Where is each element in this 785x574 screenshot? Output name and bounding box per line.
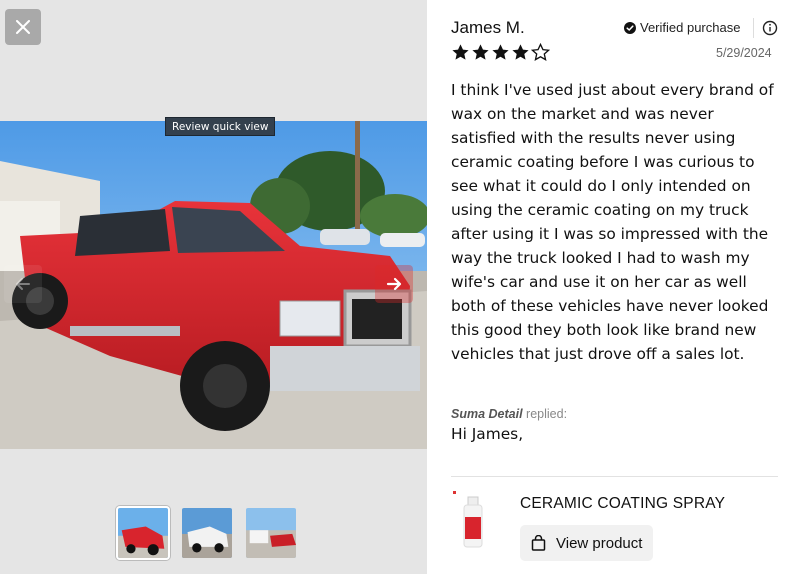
review-photo — [0, 121, 427, 449]
media-viewer: Review quick view — [0, 0, 427, 574]
review-details: James M. Verified purchase 5/29/2024 I t… — [427, 0, 785, 574]
product-image[interactable] — [453, 491, 493, 551]
replied-label: replied: — [526, 407, 568, 421]
arrow-right-icon — [386, 277, 402, 291]
thumbnail-3[interactable] — [244, 506, 298, 560]
reply-header: Suma Detail replied: — [451, 407, 567, 421]
thumbnail-1[interactable] — [116, 506, 170, 560]
info-icon[interactable] — [762, 20, 778, 36]
section-divider — [451, 476, 778, 477]
shopping-bag-icon — [531, 535, 546, 551]
review-date: 5/29/2024 — [716, 46, 772, 60]
verified-purchase-badge: Verified purchase — [624, 20, 740, 35]
reply-brand: Suma Detail — [451, 407, 523, 421]
verified-label: Verified purchase — [640, 20, 741, 35]
star-filled-icon — [452, 44, 469, 60]
star-filled-icon — [472, 44, 489, 60]
view-product-label: View product — [556, 534, 643, 552]
arrow-left-icon — [16, 278, 30, 290]
thumbnail-2[interactable] — [180, 506, 234, 560]
star-empty-icon — [531, 43, 550, 61]
thumbnail-strip — [116, 506, 298, 560]
product-name[interactable]: CERAMIC COATING SPRAY — [520, 495, 725, 513]
view-product-button[interactable]: View product — [520, 525, 654, 561]
review-body: I think I've used just about every brand… — [451, 81, 774, 363]
close-icon — [16, 20, 30, 34]
star-rating — [451, 43, 550, 62]
reply-text: Hi James, — [451, 425, 524, 443]
review-quick-view-tooltip: Review quick view — [165, 117, 276, 136]
reviewer-name: James M. — [451, 18, 525, 37]
star-filled-icon — [512, 44, 529, 60]
header-divider — [753, 18, 754, 38]
check-circle-icon — [624, 21, 636, 34]
close-button[interactable] — [5, 9, 41, 45]
previous-image-button[interactable] — [4, 265, 42, 303]
star-filled-icon — [492, 44, 509, 60]
next-image-button[interactable] — [375, 265, 413, 303]
